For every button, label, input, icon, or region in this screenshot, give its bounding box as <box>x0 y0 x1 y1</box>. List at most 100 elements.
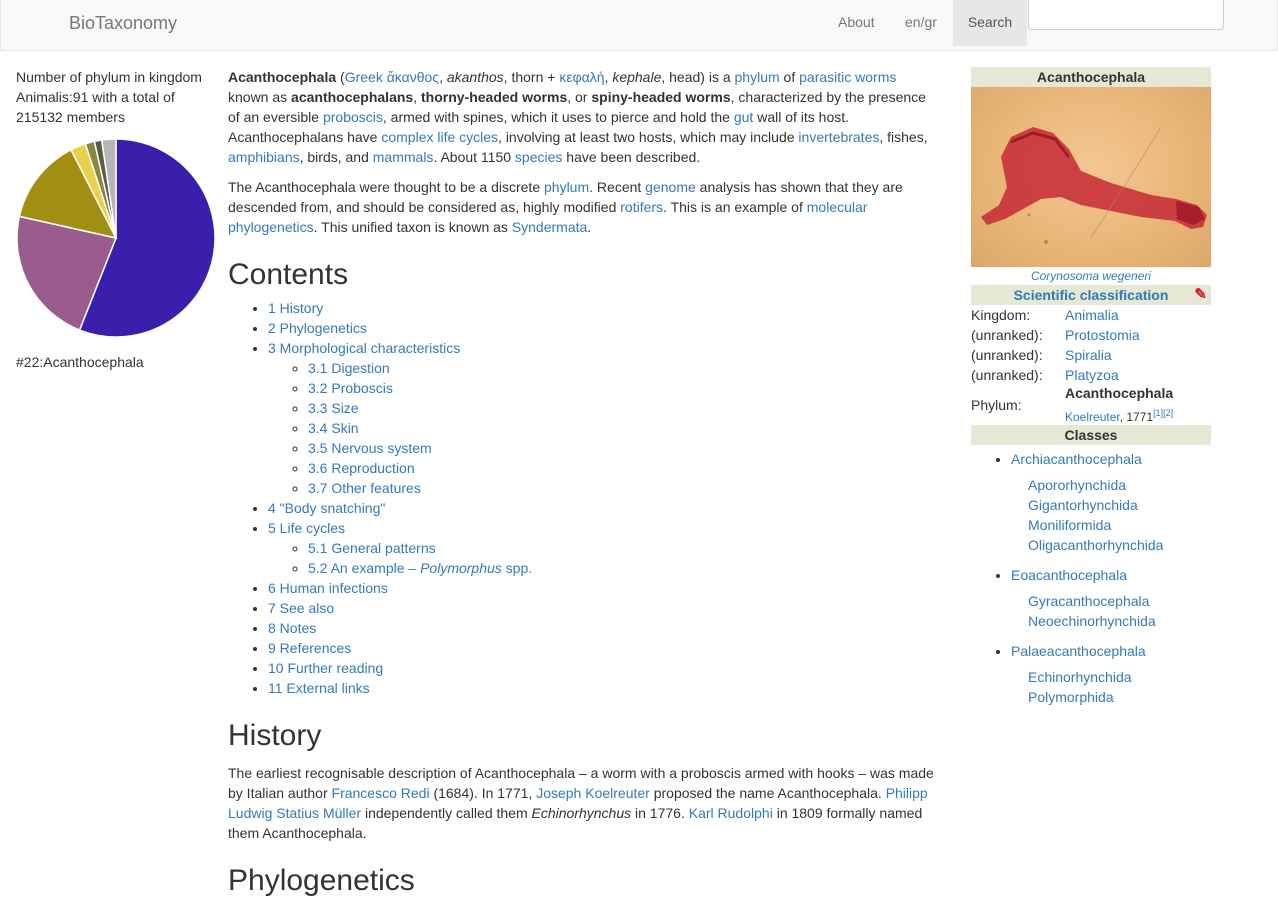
phylum-value: Acanthocephala Koelreuter, 1771[1][2] <box>1065 383 1173 427</box>
toc-link[interactable]: 9 References <box>268 640 351 656</box>
intro-link[interactable]: mammals <box>373 149 434 165</box>
order-item: Apororhynchida <box>1028 475 1211 495</box>
intro-link[interactable]: phylum <box>544 179 589 195</box>
order-list: Echinorhynchida Polymorphida <box>1011 667 1211 707</box>
phylum-author-link[interactable]: Koelreuter <box>1065 410 1120 424</box>
toc-link[interactable]: 2 Phylogenetics <box>268 320 367 336</box>
toc-sublink[interactable]: 5.2 An example – Polymorphus spp. <box>308 560 532 576</box>
nav-search-button[interactable]: Search <box>953 0 1027 46</box>
toc-link[interactable]: 4 "Body snatching" <box>268 500 385 516</box>
nav-about-link[interactable]: About <box>838 0 875 46</box>
order-link[interactable]: Echinorhynchida <box>1028 669 1132 685</box>
image-caption[interactable]: Corynosoma wegeneri <box>971 267 1211 285</box>
ref-2-link[interactable]: [2] <box>1163 408 1173 418</box>
order-link[interactable]: Apororhynchida <box>1028 477 1126 493</box>
order-item: Polymorphida <box>1028 687 1211 707</box>
class-link[interactable]: Palaeacanthocephala <box>1011 643 1146 659</box>
toc-sublink[interactable]: 3.4 Skin <box>308 420 359 436</box>
order-link[interactable]: Gyracanthocephala <box>1028 593 1149 609</box>
intro-link[interactable]: phylum <box>735 69 780 85</box>
class-link[interactable]: Archiacanthocephala <box>1011 451 1142 467</box>
toc-sublink[interactable]: 3.1 Digestion <box>308 360 390 376</box>
intro-text: have been described. <box>562 149 701 165</box>
intro-link[interactable]: proboscis <box>323 109 383 125</box>
classification-row: Kingdom: Animalia <box>971 305 1211 325</box>
toc-link[interactable]: 11 External links <box>268 680 370 696</box>
intro-link[interactable]: amphibians <box>228 149 300 165</box>
toc-item: 3 Morphological characteristics 3.1 Diges… <box>268 338 940 498</box>
history-link[interactable]: Karl Rudolphi <box>689 805 773 821</box>
order-link[interactable]: Moniliformida <box>1028 517 1111 533</box>
intro-link[interactable]: species <box>515 149 562 165</box>
toc-sublink[interactable]: 3.2 Proboscis <box>308 380 393 396</box>
classification-table: Kingdom: Animalia (unranked): Protostomia (u… <box>971 305 1211 385</box>
intro-text: , birds, and <box>299 149 373 165</box>
toc-link[interactable]: 10 Further reading <box>268 660 383 676</box>
edit-pencil-icon[interactable]: ✎ <box>1194 285 1207 305</box>
order-link[interactable]: Polymorphida <box>1028 689 1114 705</box>
contents-heading: Contents <box>228 258 349 291</box>
taxon-link[interactable]: Spiralia <box>1065 345 1112 365</box>
intro-text: , fishes, <box>879 129 928 145</box>
intro-text: , involving at least two hosts, which ma… <box>498 129 799 145</box>
history-text: in 1776. <box>631 805 689 821</box>
history-link[interactable]: Joseph Koelreuter <box>536 785 650 801</box>
phylogenetics-heading: Phylogenetics <box>228 864 415 897</box>
history-link[interactable]: Francesco Redi <box>332 785 430 801</box>
toc-link[interactable]: 5 Life cycles <box>268 520 345 536</box>
class-link[interactable]: Eoacanthocephala <box>1011 567 1127 583</box>
order-item: Oligacanthorhynchida <box>1028 535 1211 555</box>
taxon-link[interactable]: Animalia <box>1065 305 1119 325</box>
intro-bold-term: spiny-headed worms <box>591 89 731 105</box>
order-link[interactable]: Neoechinorhynchida <box>1028 613 1156 629</box>
order-link[interactable]: Oligacanthorhynchida <box>1028 537 1163 553</box>
toc-sublink[interactable]: 3.3 Size <box>308 400 359 416</box>
intro-link[interactable]: parasitic worms <box>799 69 896 85</box>
intro-text: . This unified taxon is known as <box>313 219 512 235</box>
toc-link[interactable]: 8 Notes <box>268 620 316 636</box>
intro-link[interactable]: genome <box>645 179 696 195</box>
intro-text: , head) is a <box>661 69 735 85</box>
toc-sublink[interactable]: 3.7 Other features <box>308 480 421 496</box>
toc-item: 10 Further reading <box>268 658 940 678</box>
taxobox: Acanthocephala Corynosoma wegeneri Scien… <box>971 67 1211 717</box>
intro-link[interactable]: Syndermata <box>512 219 587 235</box>
intro-link[interactable]: gut <box>734 109 753 125</box>
intro-link[interactable]: Greek ἄκανθος <box>345 69 439 85</box>
scientific-classification-link[interactable]: Scientific classification <box>1014 287 1169 303</box>
toc-sublink-text: 3.3 Size <box>308 400 359 416</box>
taxon-link[interactable]: Platyzoa <box>1065 365 1119 385</box>
taxon-link[interactable]: Protostomia <box>1065 325 1140 345</box>
intro-link[interactable]: invertebrates <box>798 129 879 145</box>
toc-sublink-text: 5.2 An example – <box>308 560 421 576</box>
toc-item: 8 Notes <box>268 618 940 638</box>
intro-link[interactable]: κεφαλή <box>559 69 604 85</box>
class-item: Palaeacanthocephala Echinorhynchida Polymo… <box>1011 641 1211 707</box>
intro-italic-term: akanthos <box>446 69 504 85</box>
intro-text: , <box>413 89 421 105</box>
worm-illustration <box>981 126 1207 244</box>
intro-paragraph: Acanthocephala (Greek ἄκανθος, akanthos,… <box>228 67 940 167</box>
toc-link[interactable]: 1 History <box>268 300 323 316</box>
order-link[interactable]: Gigantorhynchida <box>1028 497 1138 513</box>
toc-link[interactable]: 7 See also <box>268 600 334 616</box>
phylum-name: Acanthocephala <box>1065 385 1174 401</box>
search-input[interactable] <box>1028 0 1224 30</box>
toc-link[interactable]: 6 Human infections <box>268 580 388 596</box>
nav-language-link[interactable]: en/gr <box>905 0 937 46</box>
rank-label: (unranked): <box>971 367 1043 383</box>
toc-sublink[interactable]: 3.6 Reproduction <box>308 460 415 476</box>
toc-link[interactable]: 3 Morphological characteristics <box>268 340 460 356</box>
intro-paragraph-2: The Acanthocephala were thought to be a … <box>228 177 940 237</box>
toc-sublink[interactable]: 5.1 General patterns <box>308 540 436 556</box>
ref-1-link[interactable]: [1] <box>1153 408 1163 418</box>
toc-sublink[interactable]: 3.5 Nervous system <box>308 440 432 456</box>
order-item: Moniliformida <box>1028 515 1211 535</box>
order-item: Gyracanthocephala <box>1028 591 1211 611</box>
intro-link[interactable]: complex life cycles <box>381 129 498 145</box>
brand-link[interactable]: BioTaxonomy <box>69 13 177 33</box>
intro-text: . About 1150 <box>433 149 515 165</box>
intro-link[interactable]: rotifers <box>620 199 663 215</box>
table-of-contents: 1 History 2 Phylogenetics 3 Morphological … <box>228 298 940 698</box>
taxobox-title: Acanthocephala <box>971 67 1211 87</box>
